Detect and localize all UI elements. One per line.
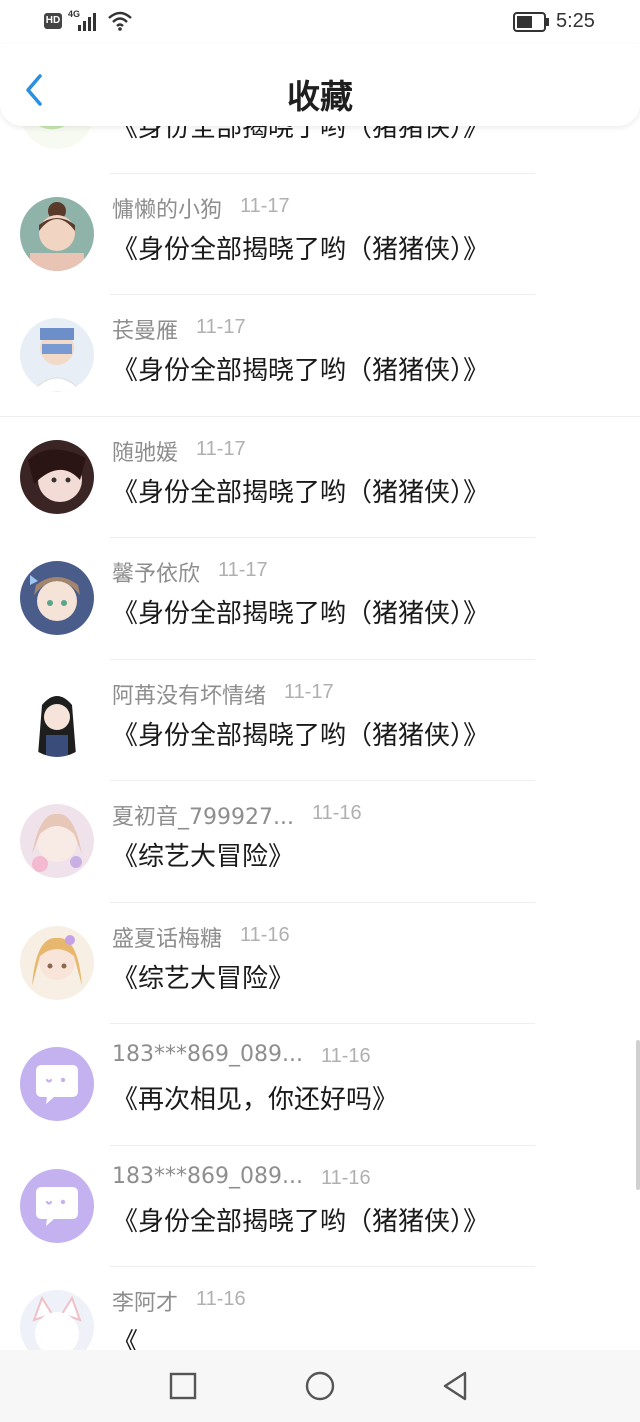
post-date: 11-16 bbox=[196, 1288, 246, 1310]
pastel-girl-avatar-image bbox=[20, 804, 94, 878]
post-date: 11-16 bbox=[312, 802, 362, 824]
triangle-back-icon bbox=[443, 1371, 467, 1401]
user-name[interactable]: 阿苒没有坏情绪 bbox=[112, 678, 266, 710]
post-date: 11-17 bbox=[218, 559, 268, 581]
user-name[interactable]: 夏初音_799927... bbox=[112, 799, 294, 831]
post-date: 11-17 bbox=[240, 194, 290, 217]
user-name[interactable]: 苌曼雁 bbox=[112, 313, 178, 345]
favorite-item[interactable]: 苌曼雁 11-17 《身份全部揭晓了哟（猪猪侠）》 bbox=[0, 295, 640, 417]
book-title[interactable]: 《身份全部揭晓了哟（猪猪侠）》 bbox=[112, 715, 489, 752]
home-button[interactable] bbox=[302, 1368, 338, 1404]
chat-bubble-avatar-image bbox=[20, 1168, 94, 1243]
user-name[interactable]: 随驰媛 bbox=[112, 435, 178, 467]
navigation-bar bbox=[0, 1350, 640, 1422]
favorites-list-content: 《身份全部揭晓了哟（猪猪侠）》 慵懒的小狗 11-17 《身份全部揭晓了哟（猪猪侠）》… bbox=[0, 126, 640, 1350]
recent-apps-button[interactable] bbox=[165, 1368, 201, 1404]
avatar[interactable] bbox=[20, 439, 94, 514]
user-name[interactable]: 183***869_089... bbox=[112, 1042, 303, 1067]
header: 收藏 bbox=[0, 44, 640, 126]
book-title[interactable]: 《身份全部揭晓了哟（猪猪侠）》 bbox=[112, 472, 489, 509]
favorite-item[interactable]: 盛夏话梅糖 11-16 《综艺大冒险》 bbox=[0, 903, 640, 1024]
avatar[interactable] bbox=[20, 925, 94, 1000]
wifi-icon bbox=[108, 11, 132, 31]
avatar[interactable] bbox=[20, 682, 94, 757]
chibi-avatar-image bbox=[20, 682, 94, 757]
avatar[interactable] bbox=[20, 318, 94, 392]
favorites-list[interactable]: 《身份全部揭晓了哟（猪猪侠）》 慵懒的小狗 11-17 《身份全部揭晓了哟（猪猪侠）》… bbox=[0, 126, 640, 1350]
girl-avatar-image bbox=[20, 196, 94, 271]
avatar[interactable] bbox=[20, 126, 94, 149]
favorite-item[interactable]: 阿苒没有坏情绪 11-17 《身份全部揭晓了哟（猪猪侠）》 bbox=[0, 660, 640, 781]
favorite-item[interactable]: 随驰媛 11-17 《身份全部揭晓了哟（猪猪侠）》 bbox=[0, 417, 640, 538]
status-time: 5:25 bbox=[556, 10, 595, 32]
battery-icon bbox=[513, 12, 549, 32]
user-name[interactable]: 盛夏话梅糖 bbox=[112, 921, 222, 953]
avatar[interactable] bbox=[20, 804, 94, 878]
cat-ear-avatar-image bbox=[20, 1290, 94, 1350]
anime-girl-avatar-image bbox=[20, 561, 94, 635]
user-name[interactable]: 李阿才 bbox=[112, 1285, 178, 1317]
post-date: 11-16 bbox=[321, 1045, 371, 1067]
favorite-item[interactable]: 夏初音_799927... 11-16 《综艺大冒险》 bbox=[0, 781, 640, 903]
hd-badge: HD bbox=[44, 13, 62, 29]
book-title[interactable]: 《再次相见，你还好吗》 bbox=[112, 1079, 398, 1116]
book-title[interactable]: 《身份全部揭晓了哟（猪猪侠）》 bbox=[112, 229, 489, 266]
nav-back-button[interactable] bbox=[438, 1368, 474, 1404]
post-date: 11-17 bbox=[284, 680, 334, 703]
favorite-item[interactable]: 馨予依欣 11-17 《身份全部揭晓了哟（猪猪侠）》 bbox=[0, 538, 640, 660]
book-title[interactable]: 《身份全部揭晓了哟（猪猪侠）》 bbox=[112, 593, 489, 630]
avatar[interactable] bbox=[20, 561, 94, 635]
status-bar: HD 4G 5:25 bbox=[0, 0, 640, 44]
woman-avatar-image bbox=[20, 439, 94, 514]
post-date: 11-16 bbox=[321, 1166, 371, 1189]
scrollbar[interactable] bbox=[636, 1040, 640, 1190]
user-name[interactable]: 慵懒的小狗 bbox=[112, 192, 222, 224]
book-title[interactable]: 《身份全部揭晓了哟（猪猪侠）》 bbox=[112, 1201, 489, 1238]
avatar[interactable] bbox=[20, 1290, 94, 1350]
favorite-item[interactable]: 《身份全部揭晓了哟（猪猪侠）》 bbox=[0, 126, 640, 174]
signal-icon bbox=[78, 13, 96, 31]
favorite-item[interactable]: 183***869_089... 11-16 《再次相见，你还好吗》 bbox=[0, 1024, 640, 1146]
leaf-avatar-image bbox=[20, 126, 94, 149]
user-name[interactable]: 183***869_089... bbox=[112, 1164, 303, 1189]
square-icon bbox=[169, 1372, 197, 1400]
princess-avatar-image bbox=[20, 925, 94, 1000]
circle-icon bbox=[305, 1371, 335, 1401]
page-title: 收藏 bbox=[287, 77, 353, 116]
post-date: 11-17 bbox=[196, 437, 246, 460]
book-title[interactable]: 《 bbox=[112, 1322, 138, 1350]
avatar[interactable] bbox=[20, 196, 94, 271]
user-name[interactable]: 馨予依欣 bbox=[112, 556, 200, 588]
book-title[interactable]: 《身份全部揭晓了哟（猪猪侠）》 bbox=[112, 350, 489, 387]
post-date: 11-16 bbox=[240, 923, 290, 946]
favorite-item[interactable]: 183***869_089... 11-16 《身份全部揭晓了哟（猪猪侠）》 bbox=[0, 1146, 640, 1267]
boy-avatar-image bbox=[20, 318, 94, 392]
chat-bubble-avatar-image bbox=[20, 1047, 94, 1121]
favorite-item[interactable]: 李阿才 11-16 《 bbox=[0, 1267, 640, 1350]
favorite-item[interactable]: 慵懒的小狗 11-17 《身份全部揭晓了哟（猪猪侠）》 bbox=[0, 174, 640, 295]
favorites-screen: HD 4G 5:25 收藏 《身份全部揭晓了哟（猪猪侠）》 慵懒的小狗 11-1… bbox=[0, 0, 640, 1422]
avatar[interactable] bbox=[20, 1168, 94, 1243]
book-title[interactable]: 《身份全部揭晓了哟（猪猪侠）》 bbox=[112, 126, 489, 144]
avatar[interactable] bbox=[20, 1047, 94, 1121]
book-title[interactable]: 《综艺大冒险》 bbox=[112, 958, 294, 995]
book-title[interactable]: 《综艺大冒险》 bbox=[112, 836, 294, 873]
post-date: 11-17 bbox=[196, 316, 246, 338]
